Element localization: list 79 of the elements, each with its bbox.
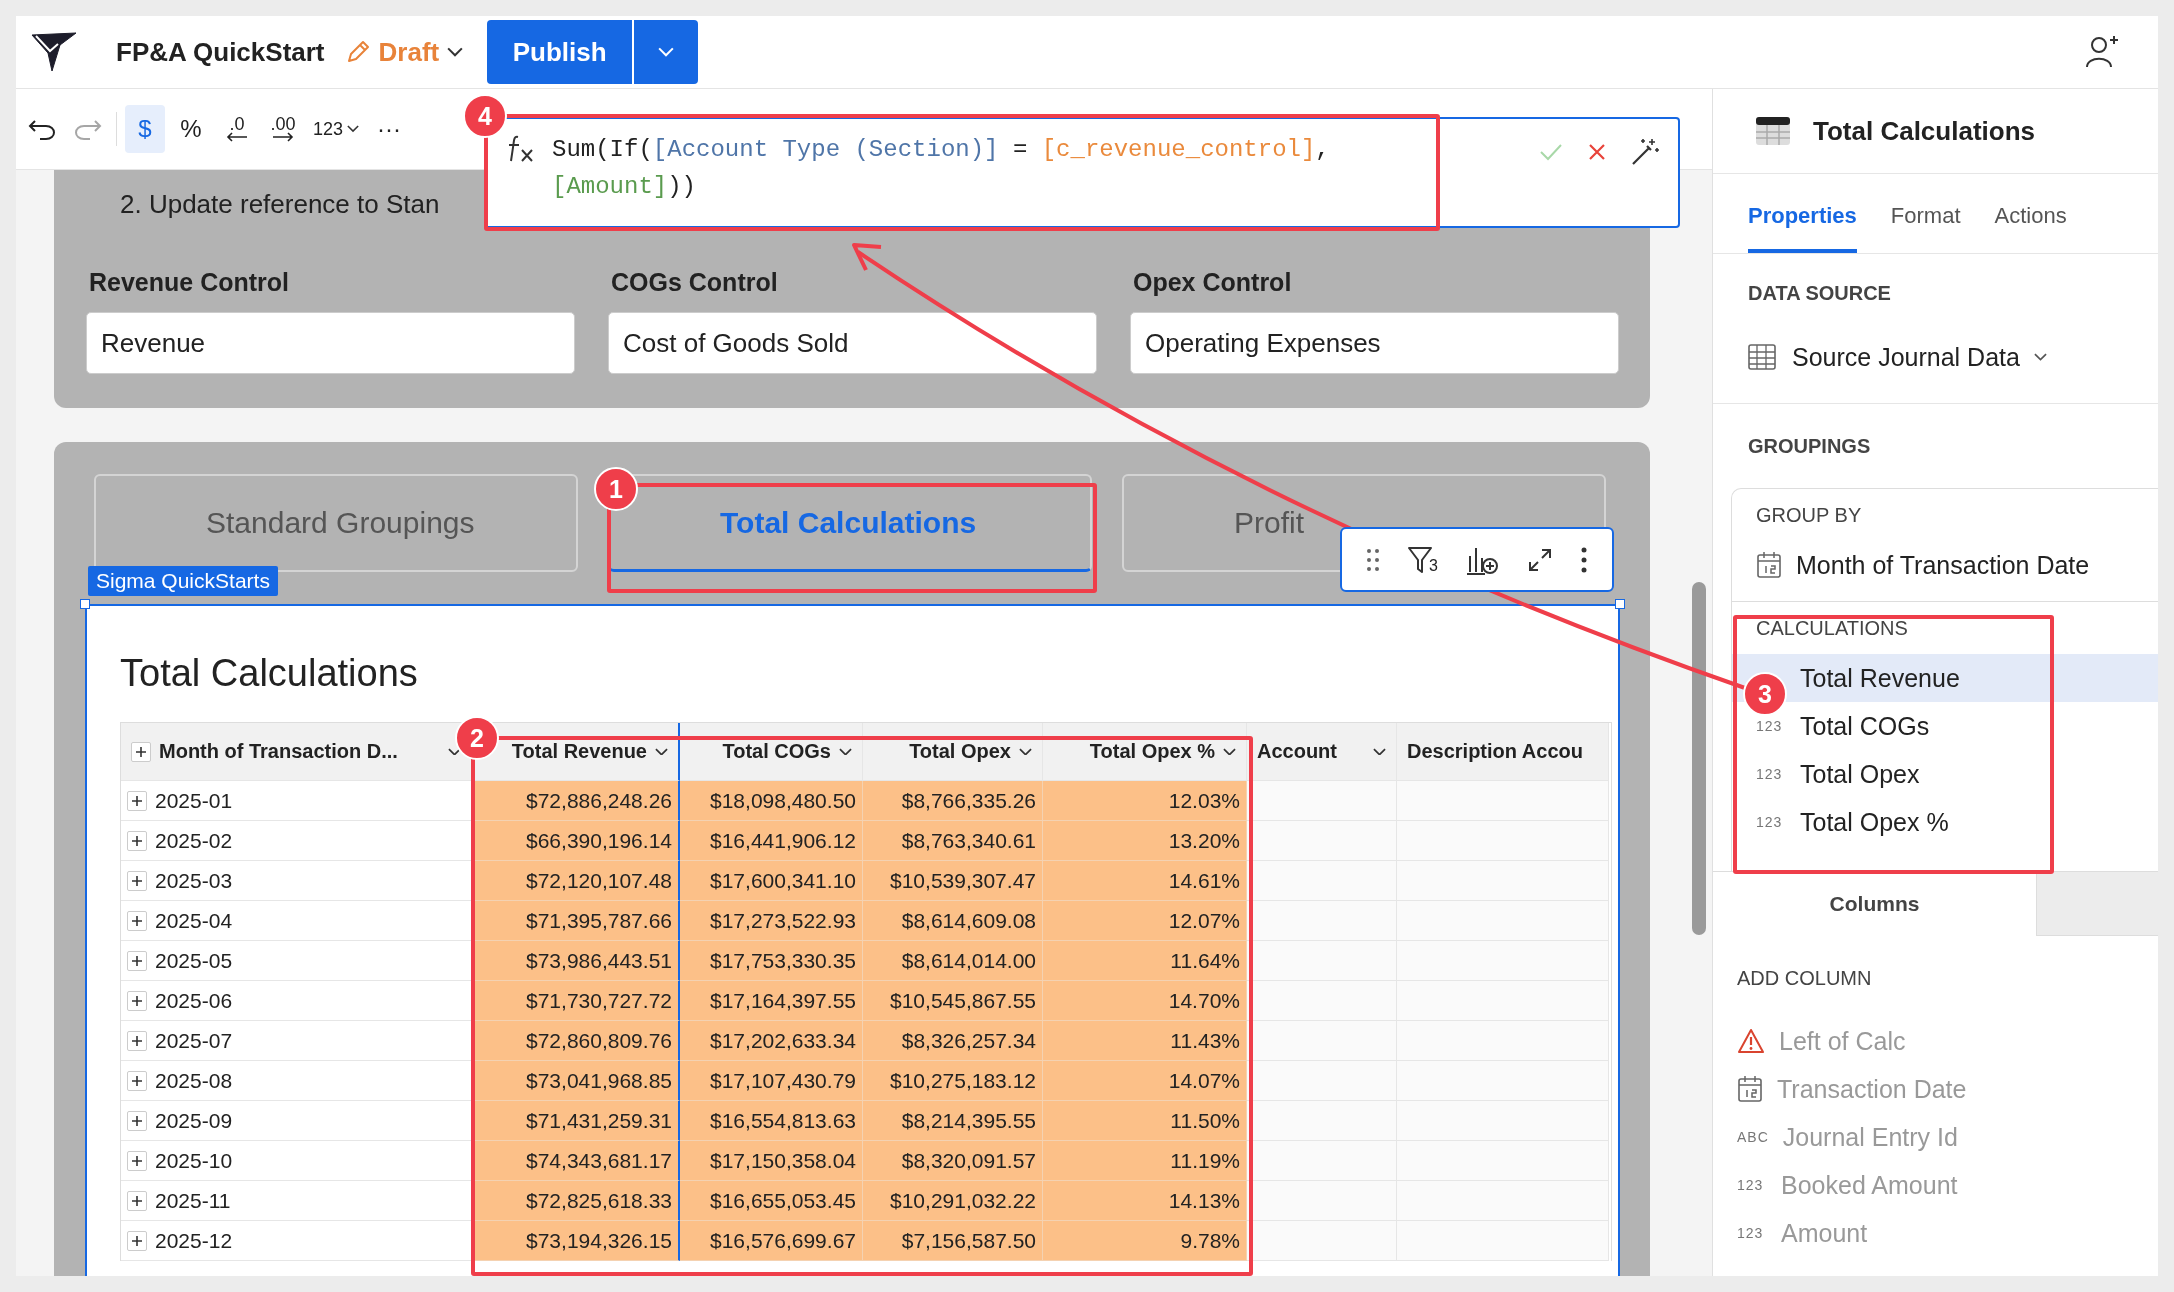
- table-cell: 14.70%: [1043, 981, 1247, 1021]
- table-cell: $8,614,609.08: [863, 901, 1043, 941]
- table-cell: 14.07%: [1043, 1061, 1247, 1101]
- table-cell: $17,202,633.34: [680, 1021, 863, 1061]
- panel-title: Total Calculations: [1813, 115, 2035, 147]
- table-cell: $66,390,196.14: [472, 821, 680, 861]
- table-cell: 11.64%: [1043, 941, 1247, 981]
- table-cell: 2025-02: [155, 828, 233, 853]
- table-cell: $16,441,906.12: [680, 821, 863, 861]
- table-cell: 2025-03: [155, 868, 233, 893]
- table-cell: 12.03%: [1043, 781, 1247, 821]
- table-cell: 2025-11: [155, 1188, 231, 1213]
- table-cell: $10,291,032.22: [863, 1181, 1043, 1221]
- table-cell: $7,156,587.50: [863, 1221, 1043, 1261]
- table-cell: 2025-04: [155, 908, 233, 933]
- element-label: Sigma QuickStarts: [88, 566, 278, 596]
- table-cell: 2025-07: [155, 1028, 233, 1053]
- data-type-label: 123: [1756, 765, 1784, 784]
- table-cell: 12.07%: [1043, 901, 1247, 941]
- table-cell: $10,539,307.47: [863, 861, 1043, 901]
- instruction-text: 2. Update reference to Stan: [120, 188, 440, 221]
- table-cell: $8,763,340.61: [863, 821, 1043, 861]
- table-cell: $10,275,183.12: [863, 1061, 1043, 1101]
- element-title: Total Calculations: [120, 651, 418, 696]
- control-label: COGs Control: [611, 267, 779, 298]
- table-cell: 11.19%: [1043, 1141, 1247, 1181]
- table-cell: $8,614,014.00: [863, 941, 1043, 981]
- data-type-label: 123: [1756, 813, 1784, 832]
- table-cell: 9.78%: [1043, 1221, 1247, 1261]
- table-cell: 13.20%: [1043, 821, 1247, 861]
- table-cell: $16,576,699.67: [680, 1221, 863, 1261]
- table-cell: $10,545,867.55: [863, 981, 1043, 1021]
- table-cell: $17,273,522.93: [680, 901, 863, 941]
- table-cell: $17,107,430.79: [680, 1061, 863, 1101]
- table-cell: 11.50%: [1043, 1101, 1247, 1141]
- table-cell: 14.61%: [1043, 861, 1247, 901]
- table-cell: 2025-09: [155, 1108, 233, 1133]
- table-cell: 2025-10: [155, 1148, 233, 1173]
- table-cell: $8,326,257.34: [863, 1021, 1043, 1061]
- section-heading: ADD COLUMN: [1737, 966, 1872, 990]
- table-cell: $73,194,326.15: [472, 1221, 680, 1261]
- table-cell: $17,753,330.35: [680, 941, 863, 981]
- data-type-label: 123: [1737, 1224, 1765, 1243]
- control-label: Opex Control: [1133, 267, 1293, 298]
- table-cell: $8,766,335.26: [863, 781, 1043, 821]
- table-cell: $8,214,395.55: [863, 1101, 1043, 1141]
- table-cell: 2025-01: [155, 788, 233, 813]
- table-cell: $17,164,397.55: [680, 981, 863, 1021]
- table-cell: $72,120,107.48: [472, 861, 680, 901]
- table-cell: $71,431,259.31: [472, 1101, 680, 1141]
- table-cell: 14.13%: [1043, 1181, 1247, 1221]
- table-cell: $17,600,341.10: [680, 861, 863, 901]
- section-heading: CALCULATIONS: [1756, 616, 1908, 640]
- table-cell: $73,986,443.51: [472, 941, 680, 981]
- table-cell: $8,320,091.57: [863, 1141, 1043, 1181]
- app-title: FP&A QuickStart: [116, 36, 325, 68]
- data-type-label: 123: [1737, 1176, 1765, 1195]
- table-cell: $71,730,727.72: [472, 981, 680, 1021]
- table-cell: 2025-06: [155, 988, 233, 1013]
- table-cell: $16,655,053.45: [680, 1181, 863, 1221]
- table-cell: 11.43%: [1043, 1021, 1247, 1061]
- table-cell: $18,098,480.50: [680, 781, 863, 821]
- control-label: Revenue Control: [89, 267, 291, 298]
- section-heading: GROUPINGS: [1748, 434, 1871, 458]
- table-cell: $72,860,809.76: [472, 1021, 680, 1061]
- table-cell: $74,343,681.17: [472, 1141, 680, 1181]
- data-type-label: ABC: [1737, 1128, 1769, 1147]
- section-heading: GROUP BY: [1756, 503, 1862, 527]
- table-cell: $16,554,813.63: [680, 1101, 863, 1141]
- table-cell: $73,041,968.85: [472, 1061, 680, 1101]
- table-cell: $17,150,358.04: [680, 1141, 863, 1181]
- section-heading: DATA SOURCE: [1748, 281, 1891, 305]
- table-cell: 2025-05: [155, 948, 233, 973]
- table-cell: 2025-12: [155, 1228, 233, 1253]
- table-cell: 2025-08: [155, 1068, 233, 1093]
- table-cell: $71,395,787.66: [472, 901, 680, 941]
- table-cell: $72,825,618.33: [472, 1181, 680, 1221]
- table-cell: $72,886,248.26: [472, 781, 680, 821]
- data-type-label: 123: [1756, 717, 1784, 736]
